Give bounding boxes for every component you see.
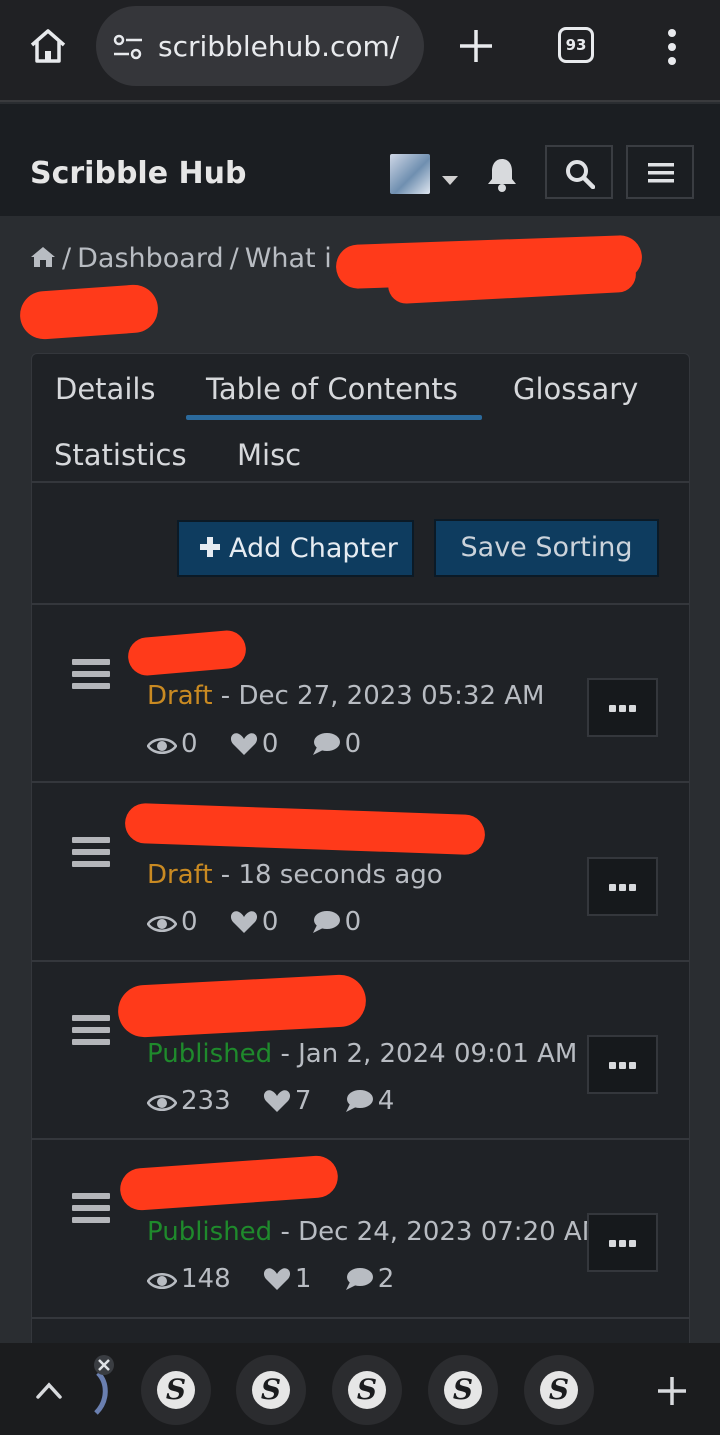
drag-handle-icon[interactable] [72, 659, 110, 689]
chapter-stats: 0 0 0 [146, 907, 385, 937]
redaction-mark [18, 283, 160, 341]
plus-icon [200, 537, 220, 557]
heart-icon [263, 1090, 290, 1112]
tab-glossary[interactable]: Glossary [513, 372, 638, 406]
scribblehub-tab-icon[interactable]: S [236, 1355, 306, 1425]
bell-icon[interactable] [486, 156, 518, 192]
search-icon [566, 160, 595, 189]
chapter-stats: 148 1 2 [146, 1264, 418, 1294]
home-icon[interactable] [30, 246, 56, 268]
chapter-date: - Dec 24, 2023 07:20 AM [272, 1217, 605, 1247]
comment-icon [312, 911, 340, 933]
scribblehub-tab-icon[interactable]: S [141, 1355, 211, 1425]
chapter-stats: 233 7 4 [146, 1086, 418, 1116]
tab-statistics[interactable]: Statistics [54, 438, 187, 472]
comment-icon [312, 733, 340, 755]
search-button[interactable] [545, 145, 613, 199]
views-count: 233 [146, 1086, 231, 1116]
more-options-button[interactable] [587, 857, 658, 916]
tab-details[interactable]: Details [55, 372, 156, 406]
active-tab-indicator [186, 415, 482, 420]
site-header: Scribble Hub [0, 104, 720, 216]
add-tab-icon[interactable] [656, 1375, 688, 1407]
breadcrumb-separator: / [229, 243, 239, 274]
eye-icon [146, 738, 178, 754]
views-count: 0 [146, 907, 198, 937]
views-count: 148 [146, 1264, 231, 1294]
likes-count: 7 [263, 1086, 311, 1116]
chapter-status: Draft [147, 860, 213, 890]
tab-misc[interactable]: Misc [237, 438, 301, 472]
scribblehub-tab-icon[interactable]: S [428, 1355, 498, 1425]
eye-icon [146, 1095, 178, 1111]
breadcrumb-dashboard[interactable]: Dashboard [77, 243, 223, 274]
comments-count: 0 [311, 729, 361, 759]
comments-count: 2 [344, 1264, 394, 1294]
chapter-stats: 0 0 0 [146, 729, 385, 759]
more-options-button[interactable] [587, 1035, 658, 1094]
add-chapter-button[interactable]: Add Chapter [177, 520, 414, 577]
chapter-status: Published [147, 1039, 273, 1069]
avatar[interactable] [390, 154, 430, 194]
drag-handle-icon[interactable] [72, 837, 110, 867]
breadcrumb: / Dashboard / What i [30, 243, 338, 274]
eye-icon [146, 1273, 178, 1289]
chapter-meta: Draft - 18 seconds ago [147, 860, 443, 890]
heart-icon [230, 911, 257, 933]
chapter-status: Draft [147, 681, 213, 711]
chapter-meta: Draft - Dec 27, 2023 05:32 AM [147, 681, 545, 711]
comment-icon [345, 1090, 373, 1112]
heart-icon [263, 1268, 290, 1290]
save-sorting-button[interactable]: Save Sorting [434, 519, 659, 577]
site-settings-icon[interactable] [112, 33, 144, 61]
chapter-row: Published - Dec 24, 2023 07:20 AM 148 1 … [32, 1140, 689, 1317]
chapter-status: Published [147, 1217, 273, 1247]
chapter-meta: Published - Jan 2, 2024 09:01 AM [147, 1039, 577, 1069]
comments-count: 0 [311, 907, 361, 937]
chevron-up-icon[interactable] [36, 1381, 62, 1399]
breadcrumb-separator: / [62, 243, 72, 274]
more-options-button[interactable] [587, 1213, 658, 1272]
comment-icon [345, 1268, 373, 1290]
hamburger-menu-icon [648, 163, 674, 183]
drag-handle-icon[interactable] [72, 1193, 110, 1223]
site-logo[interactable]: Scribble Hub [30, 156, 246, 191]
chapter-meta: Published - Dec 24, 2023 07:20 AM [147, 1217, 604, 1247]
menu-button[interactable] [626, 145, 694, 199]
address-bar[interactable]: scribblehub.com/ [96, 6, 424, 86]
new-tab-icon[interactable] [458, 28, 494, 64]
likes-count: 0 [230, 729, 278, 759]
chapter-date: - Jan 2, 2024 09:01 AM [272, 1039, 578, 1069]
scribblehub-tab-icon[interactable]: S [332, 1355, 402, 1425]
dropdown-caret-icon[interactable] [442, 176, 458, 185]
eye-icon [146, 916, 178, 932]
close-icon[interactable] [92, 1355, 118, 1425]
breadcrumb-current: What i [244, 243, 332, 274]
tab-strip: S S S S S [0, 1343, 720, 1435]
more-options-button[interactable] [587, 678, 658, 737]
novel-dashboard-panel: Details Table of Contents Glossary Stati… [31, 353, 690, 1353]
browser-toolbar: scribblehub.com/ 93 [0, 0, 720, 102]
add-chapter-label: Add Chapter [229, 533, 398, 564]
tab-switcher-icon[interactable]: 93 [558, 27, 594, 63]
tab-table-of-contents[interactable]: Table of Contents [206, 372, 458, 406]
divider [32, 1317, 689, 1319]
drag-handle-icon[interactable] [72, 1015, 110, 1045]
views-count: 0 [146, 729, 198, 759]
heart-icon [230, 733, 257, 755]
overflow-menu-icon[interactable] [662, 28, 682, 66]
home-icon[interactable] [28, 26, 68, 66]
chapter-date: - Dec 27, 2023 05:32 AM [212, 681, 545, 711]
likes-count: 0 [230, 907, 278, 937]
scribblehub-tab-icon[interactable]: S [524, 1355, 594, 1425]
chapter-row: Draft - Dec 27, 2023 05:32 AM 0 0 0 [32, 605, 689, 781]
comments-count: 4 [344, 1086, 394, 1116]
url-text[interactable]: scribblehub.com/ [158, 30, 410, 63]
divider [32, 481, 689, 483]
chapter-date: - 18 seconds ago [212, 860, 443, 890]
likes-count: 1 [263, 1264, 311, 1294]
